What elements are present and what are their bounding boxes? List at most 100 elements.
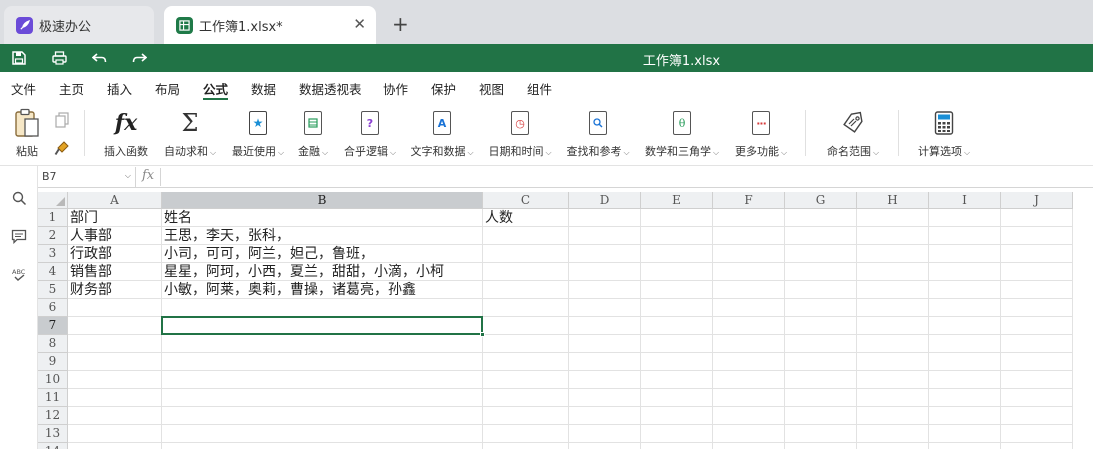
cell-j5[interactable] [1001, 281, 1073, 299]
comment-icon[interactable] [9, 226, 29, 246]
cell-f2[interactable] [713, 227, 785, 245]
cell-d3[interactable] [569, 245, 641, 263]
cell-j13[interactable] [1001, 425, 1073, 443]
cell-j10[interactable] [1001, 371, 1073, 389]
cell-d4[interactable] [569, 263, 641, 281]
cell-i3[interactable] [929, 245, 1001, 263]
cell-c12[interactable] [483, 407, 569, 425]
cell-i2[interactable] [929, 227, 1001, 245]
select-all-corner[interactable] [38, 192, 68, 209]
column-header-b[interactable]: B [162, 192, 483, 209]
cell-f13[interactable] [713, 425, 785, 443]
row-header-5[interactable]: 5 [38, 281, 68, 299]
cell-g7[interactable] [785, 317, 857, 335]
cell-c13[interactable] [483, 425, 569, 443]
cell-f5[interactable] [713, 281, 785, 299]
cell-i13[interactable] [929, 425, 1001, 443]
cell-c10[interactable] [483, 371, 569, 389]
cell-b1[interactable]: 姓名 [162, 209, 483, 227]
spellcheck-icon[interactable]: ABC [9, 264, 29, 284]
cell-d13[interactable] [569, 425, 641, 443]
recent-functions-button[interactable]: ★ 最近使用 ⌵ [228, 108, 288, 159]
row-header-8[interactable]: 8 [38, 335, 68, 353]
date-time-button[interactable]: ◷ 日期和时间 ⌵ [485, 108, 555, 159]
cell-g10[interactable] [785, 371, 857, 389]
cell-e10[interactable] [641, 371, 713, 389]
cell-i7[interactable] [929, 317, 1001, 335]
cell-j14[interactable] [1001, 443, 1073, 449]
menu-insert[interactable]: 插入 [107, 79, 132, 98]
cell-e4[interactable] [641, 263, 713, 281]
cell-f7[interactable] [713, 317, 785, 335]
cell-i11[interactable] [929, 389, 1001, 407]
cell-i6[interactable] [929, 299, 1001, 317]
cell-b2[interactable]: 王思，李天，张科， [162, 227, 483, 245]
cell-e13[interactable] [641, 425, 713, 443]
cell-a10[interactable] [68, 371, 162, 389]
cell-a14[interactable] [68, 443, 162, 449]
cell-h11[interactable] [857, 389, 929, 407]
cell-g5[interactable] [785, 281, 857, 299]
tab-home[interactable]: 极速办公 [4, 6, 154, 44]
menu-pivot-table[interactable]: 数据透视表 [299, 79, 362, 98]
cell-b14[interactable] [162, 443, 483, 449]
cell-f9[interactable] [713, 353, 785, 371]
name-box[interactable]: B7 ⌵ [38, 167, 136, 187]
cell-d12[interactable] [569, 407, 641, 425]
new-tab-plus-icon[interactable]: + [392, 12, 409, 36]
cell-d7[interactable] [569, 317, 641, 335]
cell-d14[interactable] [569, 443, 641, 449]
cell-e14[interactable] [641, 443, 713, 449]
cell-g4[interactable] [785, 263, 857, 281]
row-header-2[interactable]: 2 [38, 227, 68, 245]
cell-e8[interactable] [641, 335, 713, 353]
cell-h4[interactable] [857, 263, 929, 281]
text-data-button[interactable]: A 文字和数据 ⌵ [407, 108, 477, 159]
column-header-f[interactable]: F [713, 192, 785, 209]
finance-button[interactable]: 金融 ⌵ [295, 108, 331, 159]
cell-e1[interactable] [641, 209, 713, 227]
cell-f11[interactable] [713, 389, 785, 407]
cell-h3[interactable] [857, 245, 929, 263]
cell-i12[interactable] [929, 407, 1001, 425]
menu-file[interactable]: 文件 [11, 79, 36, 98]
cell-a9[interactable] [68, 353, 162, 371]
cell-j2[interactable] [1001, 227, 1073, 245]
menu-home[interactable]: 主页 [59, 79, 84, 98]
cell-d1[interactable] [569, 209, 641, 227]
cell-c14[interactable] [483, 443, 569, 449]
cell-d6[interactable] [569, 299, 641, 317]
format-painter-icon[interactable] [54, 140, 70, 159]
cell-j12[interactable] [1001, 407, 1073, 425]
lookup-reference-button[interactable]: 查找和参考 ⌵ [563, 108, 633, 159]
cell-g12[interactable] [785, 407, 857, 425]
insert-function-button[interactable]: fx 插入函数 [101, 108, 151, 159]
calculation-options-button[interactable]: 计算选项 ⌵ [914, 108, 974, 159]
row-header-6[interactable]: 6 [38, 299, 68, 317]
menu-view[interactable]: 视图 [479, 79, 504, 98]
cell-a5[interactable]: 财务部 [68, 281, 162, 299]
cell-a12[interactable] [68, 407, 162, 425]
cell-i10[interactable] [929, 371, 1001, 389]
cell-g8[interactable] [785, 335, 857, 353]
cell-h13[interactable] [857, 425, 929, 443]
column-header-g[interactable]: G [785, 192, 857, 209]
row-header-14[interactable]: 14 [38, 443, 68, 449]
cell-g3[interactable] [785, 245, 857, 263]
cell-b8[interactable] [162, 335, 483, 353]
cell-f4[interactable] [713, 263, 785, 281]
cell-i8[interactable] [929, 335, 1001, 353]
cell-b10[interactable] [162, 371, 483, 389]
cell-c8[interactable] [483, 335, 569, 353]
cell-a7[interactable] [68, 317, 162, 335]
cell-c2[interactable] [483, 227, 569, 245]
cell-i5[interactable] [929, 281, 1001, 299]
cell-f12[interactable] [713, 407, 785, 425]
cell-i1[interactable] [929, 209, 1001, 227]
cell-f10[interactable] [713, 371, 785, 389]
menu-plugins[interactable]: 组件 [527, 79, 552, 98]
cell-g6[interactable] [785, 299, 857, 317]
cell-d10[interactable] [569, 371, 641, 389]
cell-f6[interactable] [713, 299, 785, 317]
tab-workbook[interactable]: 工作簿1.xlsx* ✕ [164, 6, 376, 44]
